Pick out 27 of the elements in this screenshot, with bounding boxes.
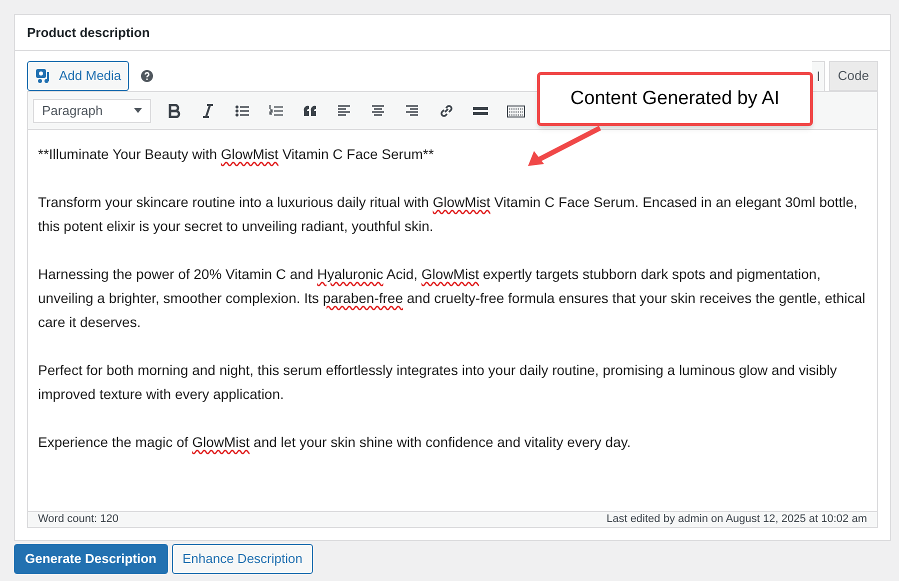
italic-icon[interactable]	[201, 104, 216, 118]
add-media-button[interactable]: Add Media	[27, 61, 130, 91]
quote-icon[interactable]	[303, 104, 318, 118]
description-paragraph: Harnessing the power of 20% Vitamin C and Hyaluronic Acid, GlowMist expertly targets stubborn dark spots and pigmentation, unveiling a brighter, smoother complexion. Its paraben-free and cruelty-free formula ensures that your skin receives the gentle, ethical care it deserves.	[38, 265, 866, 332]
keyboard-icon[interactable]	[507, 104, 525, 118]
callout: Content Generated by AI	[537, 72, 813, 126]
align-left-icon[interactable]	[337, 104, 352, 118]
caret-icon	[134, 108, 142, 113]
help-icon[interactable]	[141, 70, 154, 82]
align-center-icon[interactable]	[371, 104, 386, 118]
word-count: Word count: 120	[38, 512, 119, 528]
last-edited-text: Last edited by admin on August 12, 2025 at 10:02 am	[606, 512, 867, 528]
generate-button[interactable]: Generate Description	[14, 544, 168, 574]
format-select[interactable]: Paragraph	[33, 98, 151, 122]
align-right-icon[interactable]	[405, 104, 420, 118]
panel-title: Product description	[27, 24, 150, 42]
description-paragraph: Transform your skincare routine into a luxurious daily ritual with GlowMist Vitamin C Face Serum. Encased in an elegant 30ml bottle, this potent elixir is your secret to unveiling radiant, youthful skin.	[38, 193, 858, 236]
bold-icon[interactable]	[167, 104, 182, 118]
editor-tab[interactable]: Code	[828, 61, 878, 91]
bulleted-list-icon[interactable]	[235, 104, 250, 118]
numbered-list-icon[interactable]	[269, 104, 284, 118]
description-paragraph: Perfect for both morning and night, this serum effortlessly integrates into your daily routine, promising a luminous glow and visibly improved texture with every application.	[38, 361, 838, 404]
link-icon[interactable]	[439, 104, 454, 118]
description-paragraph: **Illuminate Your Beauty with GlowMist Vitamin C Face Serum**	[38, 145, 434, 164]
enhance-button[interactable]: Enhance Description	[172, 544, 314, 574]
editor-tab[interactable]: l	[812, 61, 825, 91]
description-paragraph: Experience the magic of GlowMist and let your skin shine with confidence and vitality every day.	[38, 433, 631, 452]
